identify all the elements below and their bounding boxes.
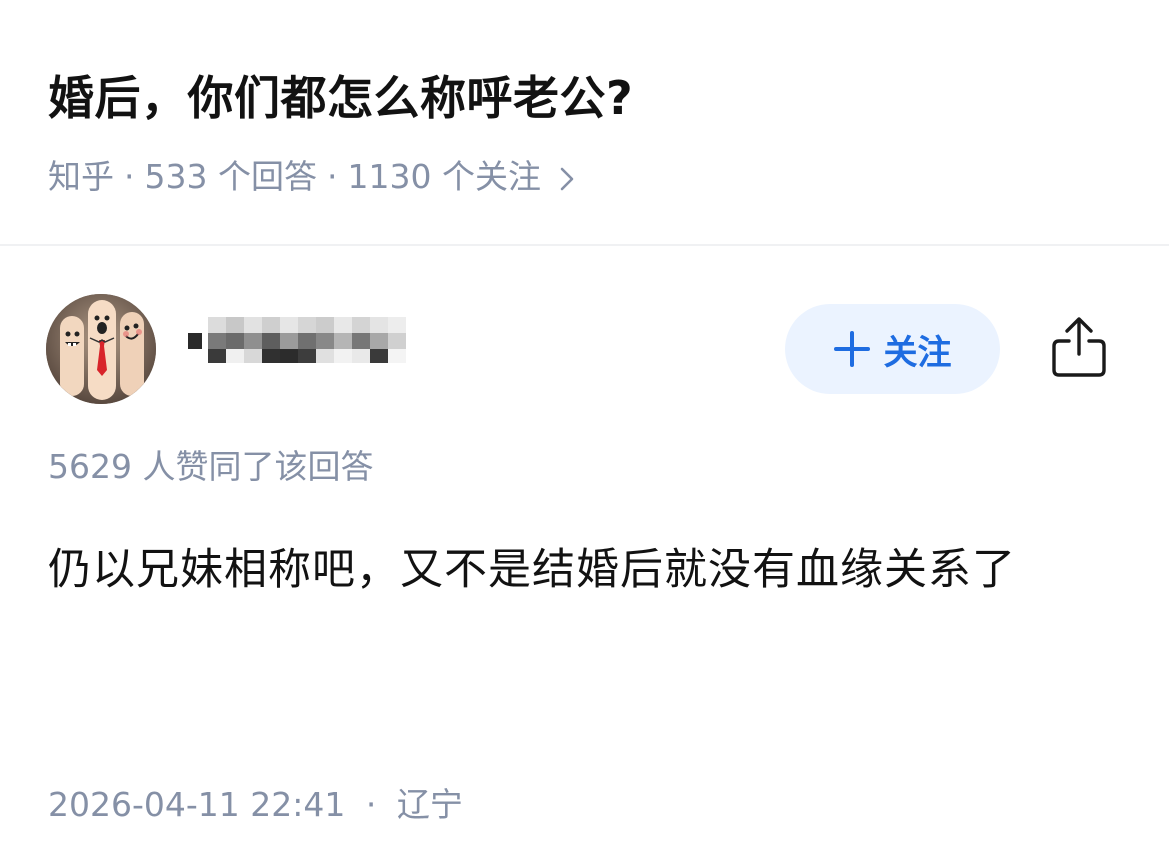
answers-count: 533 个回答 [144, 157, 317, 196]
followers-count: 1130 个关注 [347, 157, 541, 196]
share-icon[interactable] [1048, 314, 1110, 380]
meta-separator: · [326, 157, 338, 196]
follow-button-label: 关注 [883, 332, 952, 373]
source-label: 知乎 [48, 157, 114, 196]
answer-location: 辽宁 [396, 785, 463, 824]
vote-count: 5629 人赞同了该回答 [48, 447, 374, 486]
meta-separator: · [124, 157, 135, 196]
avatar[interactable] [46, 294, 156, 404]
author-name-redacted[interactable] [186, 315, 426, 365]
author-row: 关注 [0, 290, 1169, 405]
answer-footer: 2026-04-11 22:41 · 辽宁 [48, 780, 463, 830]
section-divider [0, 244, 1169, 246]
question-title[interactable]: 婚后，你们都怎么称呼老公? [48, 62, 633, 134]
follow-button[interactable]: 关注 [785, 304, 1000, 394]
question-header: 婚后，你们都怎么称呼老公? 知乎 · 533 个回答 · 1130 个关注 [0, 0, 1169, 245]
chevron-right-icon[interactable] [553, 160, 581, 194]
plus-icon [833, 331, 870, 367]
footer-separator: · [365, 785, 377, 824]
question-meta[interactable]: 知乎 · 533 个回答 · 1130 个关注 [48, 152, 581, 202]
answer-content[interactable]: 仍以兄妹相称吧，又不是结婚后就没有血缘关系了 [48, 530, 1118, 610]
answer-timestamp: 2026-04-11 22:41 [48, 785, 346, 824]
